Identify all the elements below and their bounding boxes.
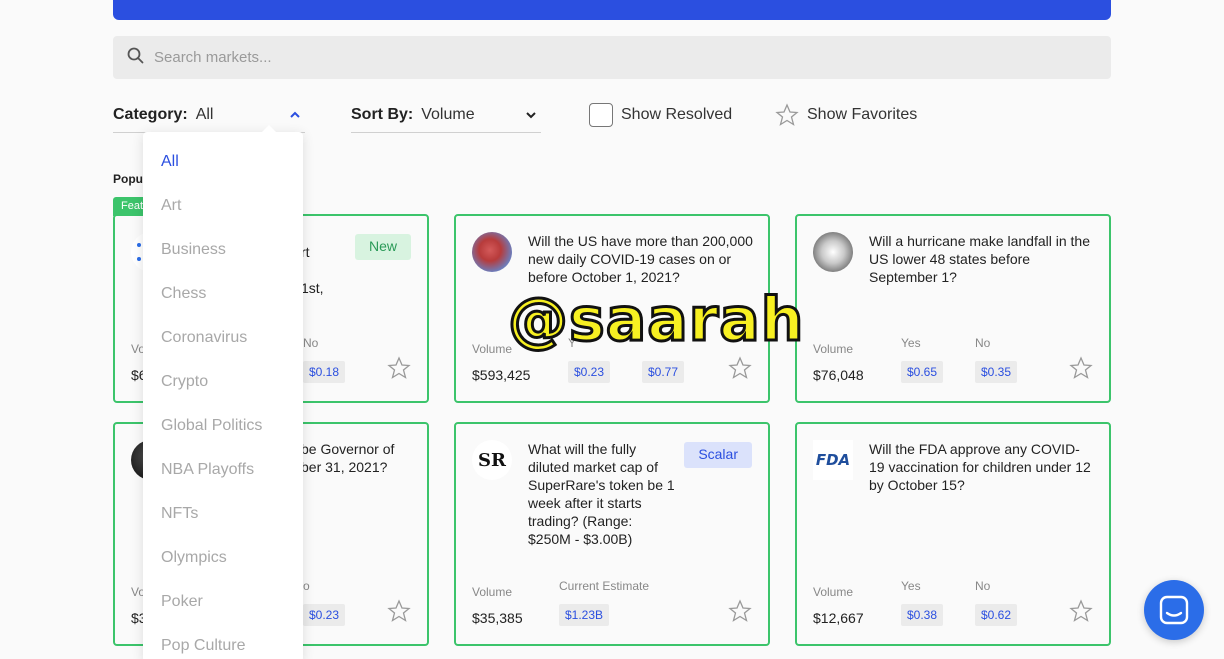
volume-label: Volume [813, 585, 854, 599]
category-option-chess[interactable]: Chess [143, 272, 303, 316]
search-icon [127, 47, 144, 69]
no-price[interactable]: $0.77 [642, 361, 685, 383]
favorite-star-icon[interactable] [387, 599, 411, 628]
category-option-nba-playoffs[interactable]: NBA Playoffs [143, 448, 303, 492]
no-label: o [303, 579, 310, 593]
volume-label: Volume [472, 585, 513, 599]
category-option-nfts[interactable]: NFTs [143, 492, 303, 536]
chevron-down-icon[interactable] [525, 108, 537, 126]
volume-label: Volume [813, 342, 854, 356]
category-option-crypto[interactable]: Crypto [143, 360, 303, 404]
no-price[interactable]: $0.62 [975, 604, 1018, 626]
market-question: Will the US have more than 200,000 new d… [528, 233, 753, 285]
favorite-star-icon[interactable] [1069, 599, 1093, 628]
volume-value: $35,385 [472, 610, 523, 626]
market-question: be Governor of ber 31, 2021? [301, 441, 395, 475]
market-question: Will the FDA approve any COVID-19 vaccin… [869, 441, 1091, 493]
new-badge: New [354, 234, 411, 260]
yes-price[interactable]: $0.38 [901, 604, 944, 626]
category-option-art[interactable]: Art [143, 184, 303, 228]
category-option-pop-culture[interactable]: Pop Culture [143, 624, 303, 659]
section-title: Popu [113, 172, 143, 186]
yes-label: Yes [901, 336, 921, 350]
no-price[interactable]: $0.18 [303, 361, 346, 383]
no-label: No [975, 336, 991, 350]
watermark-text: @saarah [506, 284, 805, 357]
no-price[interactable]: $0.23 [303, 604, 346, 626]
favorite-star-icon[interactable] [728, 599, 752, 628]
chat-icon [1159, 595, 1189, 625]
category-option-all[interactable]: All [143, 140, 303, 184]
category-option-global-politics[interactable]: Global Politics [143, 404, 303, 448]
category-dropdown: All Art Business Chess Coronavirus Crypt… [143, 125, 303, 659]
category-option-olympics[interactable]: Olympics [143, 536, 303, 580]
favorite-star-icon[interactable] [728, 356, 752, 385]
search-bar[interactable] [113, 36, 1111, 79]
category-filter[interactable]: Category: All [113, 98, 305, 133]
no-label: No [303, 336, 319, 350]
category-option-coronavirus[interactable]: Coronavirus [143, 316, 303, 360]
market-question: Will a hurricane make landfall in the US… [869, 233, 1090, 285]
volume-value: $76,048 [813, 367, 864, 383]
no-price[interactable]: $0.35 [975, 361, 1018, 383]
category-option-poker[interactable]: Poker [143, 580, 303, 624]
volume-value: $12,667 [813, 610, 864, 626]
show-resolved-checkbox[interactable] [589, 103, 613, 127]
covid-avatar [472, 232, 512, 272]
star-icon [775, 103, 799, 126]
no-label: No [975, 579, 991, 593]
fda-logo-text: FDA [815, 451, 851, 469]
market-question: What will the fully diluted market cap o… [528, 441, 675, 547]
volume-value: $593,425 [472, 367, 531, 383]
estimate-label: Current Estimate [559, 579, 650, 593]
favorite-star-icon[interactable] [1069, 356, 1093, 385]
favorite-star-icon[interactable] [387, 356, 411, 385]
market-card[interactable]: FDA Will the FDA approve any COVID-19 va… [795, 422, 1111, 646]
chevron-up-icon[interactable] [289, 108, 301, 126]
show-resolved-toggle[interactable]: Show Resolved [589, 103, 732, 127]
yes-label: Yes [901, 579, 921, 593]
chat-button[interactable] [1144, 580, 1204, 640]
yes-price[interactable]: $0.23 [568, 361, 611, 383]
top-banner [113, 0, 1111, 20]
scalar-badge: Scalar [684, 442, 752, 468]
sort-value: Volume [421, 106, 475, 123]
category-option-business[interactable]: Business [143, 228, 303, 272]
category-value: All [195, 106, 214, 123]
show-favorites-toggle[interactable]: Show Favorites [775, 103, 917, 127]
estimate-value[interactable]: $1.23B [559, 604, 610, 626]
sort-filter[interactable]: Sort By: Volume [351, 98, 541, 133]
search-input[interactable] [154, 49, 1054, 66]
market-card[interactable]: SR What will the fully diluted market ca… [454, 422, 770, 646]
sort-label: Sort By: [351, 106, 414, 123]
hurricane-avatar [813, 232, 853, 272]
superrare-avatar: SR [472, 440, 512, 480]
yes-price[interactable]: $0.65 [901, 361, 944, 383]
show-resolved-label: Show Resolved [621, 106, 733, 123]
market-card[interactable]: Will a hurricane make landfall in the US… [795, 214, 1111, 403]
fda-avatar: FDA [813, 440, 853, 480]
category-label: Category: [113, 106, 188, 123]
show-favorites-label: Show Favorites [807, 106, 918, 123]
superrare-logo-text: SR [478, 449, 506, 471]
